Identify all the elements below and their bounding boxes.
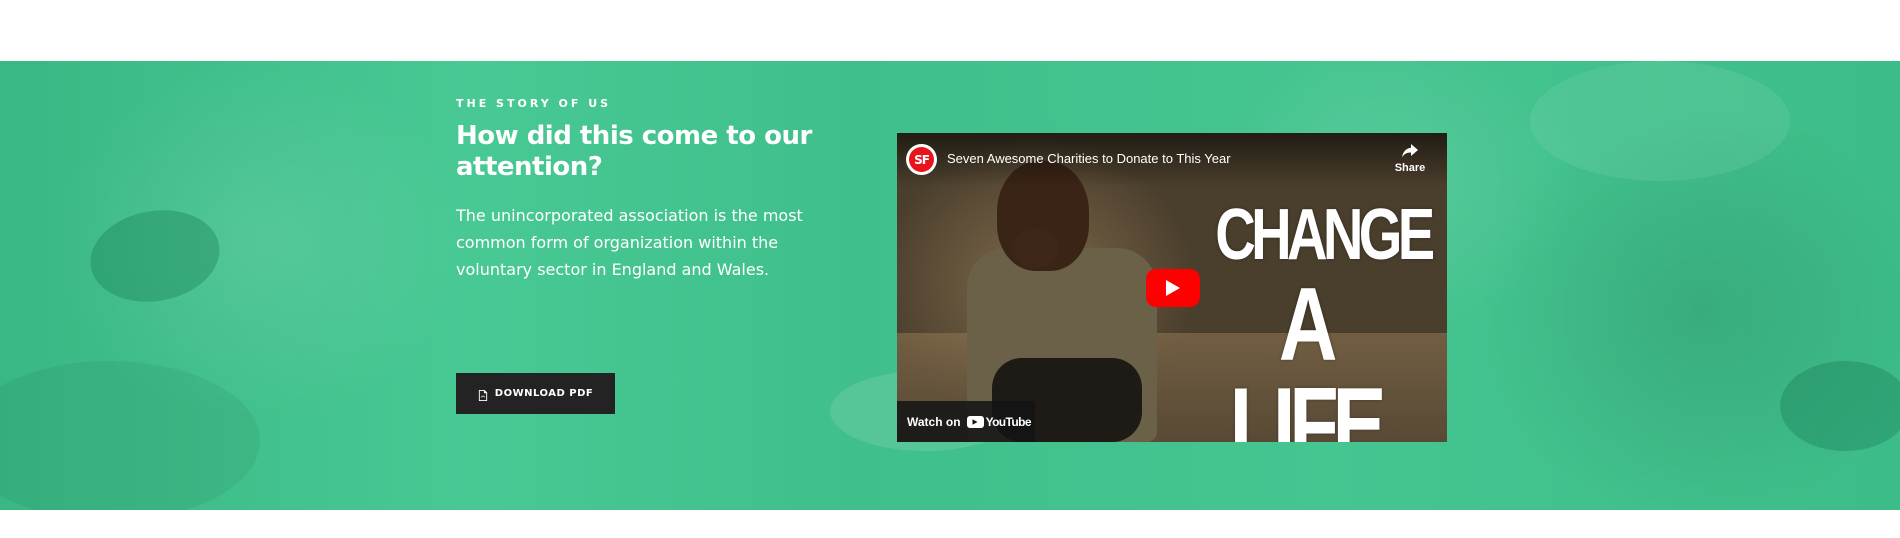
play-icon — [1166, 280, 1180, 296]
section-body-text: The unincorporated association is the mo… — [456, 206, 803, 279]
channel-avatar-text: SF — [909, 147, 934, 172]
background-photo-shape — [1780, 361, 1900, 451]
share-button[interactable]: Share — [1390, 143, 1430, 174]
download-pdf-label: DOWNLOAD PDF — [494, 388, 594, 399]
pdf-file-icon — [478, 388, 488, 401]
play-button[interactable] — [1146, 269, 1200, 307]
channel-avatar[interactable]: SF — [906, 144, 937, 175]
download-pdf-button[interactable]: DOWNLOAD PDF — [456, 373, 615, 414]
background-photo-shape — [83, 200, 227, 312]
thumbnail-headline-line2: A LIFE — [1229, 267, 1387, 442]
background-photo-shape — [0, 361, 260, 510]
video-title-link[interactable]: Seven Awesome Charities to Donate to Thi… — [947, 151, 1231, 166]
background-photo-shape — [1530, 61, 1790, 181]
youtube-video-embed[interactable]: CHANGE A LIFE SF Seven Awesome Charities… — [897, 133, 1447, 442]
story-text-block: THE STORY OF US How did this come to our… — [456, 97, 836, 283]
section-eyebrow: THE STORY OF US — [456, 97, 612, 110]
share-arrow-icon — [1401, 143, 1419, 159]
top-white-strip — [0, 0, 1900, 61]
watch-on-youtube-button[interactable]: Watch on YouTube — [897, 401, 1035, 442]
video-thumbnail-figure — [1012, 228, 1058, 268]
thumbnail-headline-line1: CHANGE — [1215, 195, 1435, 275]
share-label: Share — [1394, 162, 1426, 174]
youtube-wordmark: YouTube — [985, 414, 1032, 429]
watch-on-label: Watch on — [907, 414, 961, 429]
section-heading: How did this come to our attention? — [456, 121, 812, 182]
youtube-play-mark-icon — [966, 415, 984, 428]
thumbnail-headline: CHANGE A LIFE — [1190, 195, 1435, 442]
youtube-logo-icon: YouTube — [966, 414, 1032, 429]
